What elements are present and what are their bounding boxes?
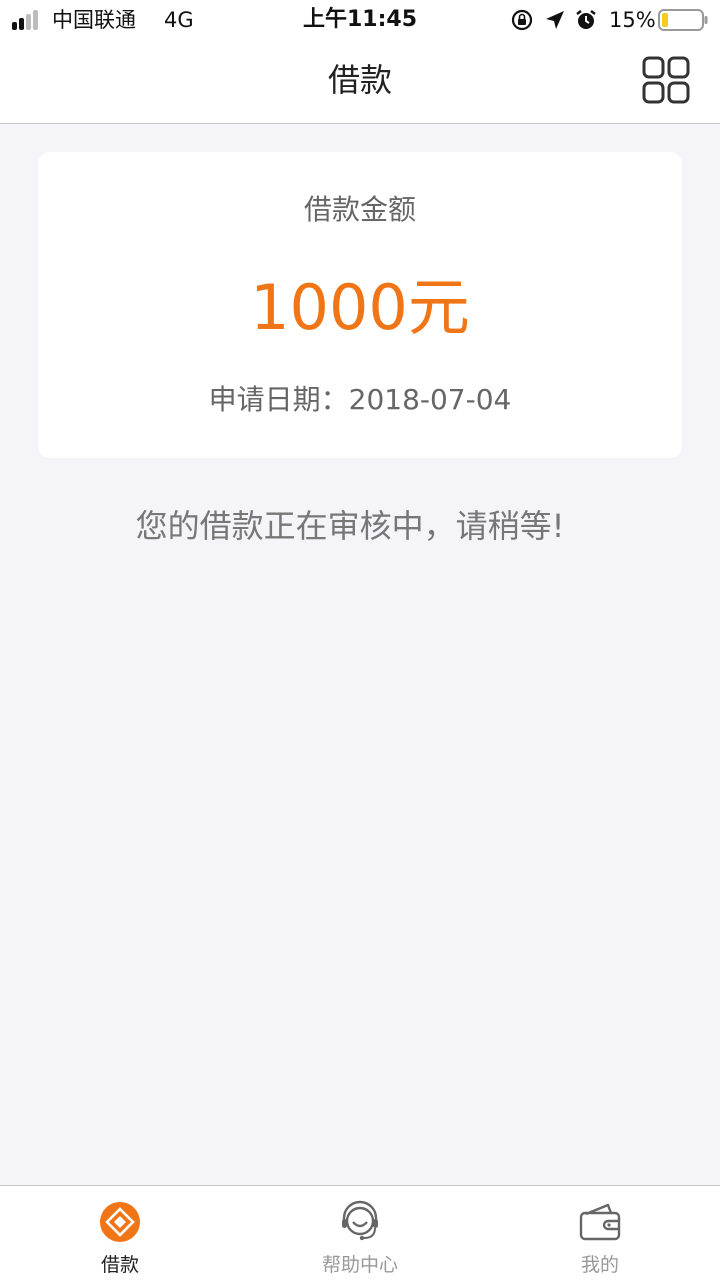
loan-amount-label: 借款金额 bbox=[303, 193, 416, 226]
page-title: 借款 bbox=[327, 61, 392, 99]
loan-amount: 1000元 bbox=[250, 271, 470, 344]
review-status-message: 您的借款正在审核中，请稍等! bbox=[135, 507, 565, 545]
rotation-lock-icon bbox=[511, 9, 533, 31]
battery-icon bbox=[658, 9, 708, 31]
tab-mine[interactable]: 我的 bbox=[480, 1186, 720, 1281]
status-bar: 中国联通 4G 上午11:45 15% bbox=[0, 0, 720, 40]
tab-help-center[interactable]: 帮助中心 bbox=[240, 1186, 480, 1281]
alarm-icon bbox=[576, 10, 596, 29]
tab-bar: 借款 帮助中心 我的 bbox=[0, 1185, 720, 1281]
tab-loan-label: 借款 bbox=[100, 1254, 139, 1276]
tab-help-center-label: 帮助中心 bbox=[321, 1254, 398, 1276]
tab-loan[interactable]: 借款 bbox=[0, 1186, 240, 1281]
tab-mine-label: 我的 bbox=[580, 1254, 619, 1276]
loan-diamond-icon bbox=[100, 1202, 140, 1242]
battery-percent: 15% bbox=[609, 8, 656, 32]
loan-card: 借款金额 1000元 申请日期：2018-07-04 bbox=[38, 152, 682, 458]
navigation-bar: 借款 bbox=[0, 40, 720, 124]
headset-icon bbox=[342, 1200, 378, 1241]
grid-menu-icon[interactable] bbox=[640, 54, 692, 106]
wallet-icon bbox=[579, 1203, 621, 1241]
application-date: 申请日期：2018-07-04 bbox=[208, 383, 512, 416]
location-icon bbox=[546, 11, 564, 29]
